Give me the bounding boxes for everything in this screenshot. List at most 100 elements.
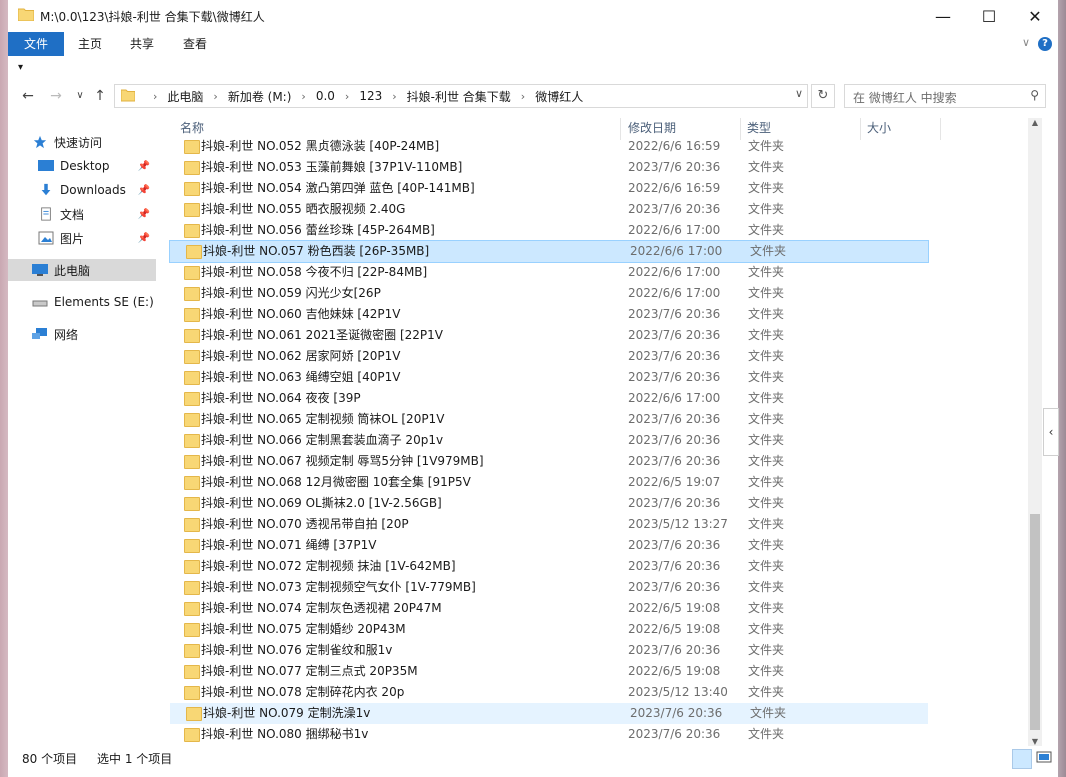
table-row[interactable]: 抖娘-利世 NO.064 夜夜 [39P 2022/6/6 17:00 文件夹 [168, 388, 1038, 409]
table-row[interactable]: 抖娘-利世 NO.053 玉藻前舞娘 [37P1V-110MB] 2023/7/6… [168, 157, 1038, 178]
breadcrumb-item[interactable]: 新加卷 (M:) [228, 88, 292, 105]
refresh-icon[interactable]: ↻ [811, 84, 835, 108]
table-row[interactable]: 抖娘-利世 NO.058 今夜不归 [22P-84MB] 2022/6/6 17:… [168, 262, 1038, 283]
table-row[interactable]: 抖娘-利世 NO.075 定制婚纱 20P43M 2022/6/5 19:08 文件… [168, 619, 1038, 640]
table-row[interactable]: 抖娘-利世 NO.059 闪光少女[26P 2022/6/6 17:00 文件夹 [168, 283, 1038, 304]
file-type: 文件夹 [748, 727, 785, 741]
breadcrumb-separator-icon[interactable]: › [301, 90, 305, 103]
large-icons-view-icon[interactable] [1036, 749, 1052, 765]
file-type: 文件夹 [748, 370, 785, 384]
sidebar-item-desktop[interactable]: Desktop 📌 [38, 155, 150, 177]
search-input[interactable]: 在 微博红人 中搜索 ⚲ [844, 84, 1046, 108]
selection-count: 选中 1 个项目 [97, 752, 173, 766]
minimize-button[interactable]: — [920, 0, 966, 32]
folder-icon [18, 8, 34, 21]
tab-home[interactable]: 主页 [64, 32, 116, 56]
column-header-size[interactable]: 大小 [867, 118, 891, 138]
column-header-name[interactable]: 名称 [180, 118, 204, 138]
table-row[interactable]: 抖娘-利世 NO.076 定制雀纹和服1v 2023/7/6 20:36 文件夹 [168, 640, 1038, 661]
table-row[interactable]: 抖娘-利世 NO.056 蕾丝珍珠 [45P-264MB] 2022/6/6 17… [168, 220, 1038, 241]
folder-icon [184, 602, 200, 616]
breadcrumb-item[interactable]: 抖娘-利世 合集下载 [407, 88, 511, 105]
folder-icon [184, 287, 200, 301]
file-date: 2023/7/6 20:36 [628, 538, 721, 552]
sidebar-item-documents[interactable]: 文档 📌 [38, 203, 150, 225]
address-history-chevron-icon[interactable]: ∨ [795, 87, 803, 100]
file-name: 抖娘-利世 NO.080 捆绑秘书1v [201, 727, 369, 741]
breadcrumb-item[interactable]: 123 [359, 89, 382, 103]
breadcrumb-item[interactable]: 微博红人 [535, 88, 583, 105]
table-row[interactable]: 抖娘-利世 NO.068 12月微密圈 10套全集 [91P5V 2022/6/5… [168, 472, 1038, 493]
file-date: 2022/6/5 19:07 [628, 475, 721, 489]
sidebar-item-this-pc[interactable]: 此电脑 [8, 259, 156, 281]
scroll-down-icon[interactable]: ▼ [1028, 737, 1042, 746]
table-row[interactable]: 抖娘-利世 NO.074 定制灰色透视裙 20P47M 2022/6/5 19:0… [168, 598, 1038, 619]
forward-arrow-icon[interactable]: → [46, 86, 66, 106]
breadcrumb-item[interactable]: 此电脑 [167, 88, 203, 105]
sidebar-item-network[interactable]: 网络 [32, 323, 78, 345]
table-row[interactable]: 抖娘-利世 NO.060 吉他妹妹 [42P1V 2023/7/6 20:36 文件… [168, 304, 1038, 325]
table-row[interactable]: 抖娘-利世 NO.054 激凸第四弹 蓝色 [40P-141MB] 2022/6/… [168, 178, 1038, 199]
table-row[interactable]: 抖娘-利世 NO.063 绳缚空姐 [40P1V 2023/7/6 20:36 文件… [168, 367, 1038, 388]
ribbon-expand-chevron-icon[interactable]: ∨ [1022, 36, 1030, 49]
table-row[interactable]: 抖娘-利世 NO.061 2021圣诞微密圈 [22P1V 2023/7/6 20… [168, 325, 1038, 346]
table-row[interactable]: 抖娘-利世 NO.079 定制洗澡1v 2023/7/6 20:36 文件夹 [170, 703, 928, 724]
table-row[interactable]: 抖娘-利世 NO.073 定制视频空气女仆 [1V-779MB] 2023/7/6… [168, 577, 1038, 598]
table-row[interactable]: 抖娘-利世 NO.067 视频定制 辱骂5分钟 [1V979MB] 2023/7/… [168, 451, 1038, 472]
sidebar-item-label: Elements SE (E:) [54, 295, 154, 309]
address-bar[interactable]: › 此电脑 › 新加卷 (M:) › 0.0 › 123 › 抖娘-利世 合集下… [114, 84, 808, 108]
back-arrow-icon[interactable]: ← [18, 86, 38, 106]
details-view-icon[interactable] [1012, 749, 1032, 769]
sidebar-item-downloads[interactable]: Downloads 📌 [38, 179, 150, 201]
table-row[interactable]: 抖娘-利世 NO.071 绳缚 [37P1V 2023/7/6 20:36 文件夹 [168, 535, 1038, 556]
file-name: 抖娘-利世 NO.078 定制碎花内衣 20p [201, 685, 405, 699]
column-header-date[interactable]: 修改日期 [628, 118, 676, 138]
maximize-button[interactable]: ☐ [966, 0, 1012, 32]
scroll-up-icon[interactable]: ▲ [1028, 118, 1042, 127]
recent-locations-chevron-icon[interactable]: ∨ [70, 86, 90, 106]
breadcrumb-separator-icon[interactable]: › [345, 90, 349, 103]
sidebar-item-drive-e[interactable]: Elements SE (E:) [32, 291, 154, 313]
file-name: 抖娘-利世 NO.062 居家阿娇 [20P1V [201, 349, 401, 363]
collapse-pane-chevron-icon[interactable]: ‹ [1043, 408, 1059, 456]
table-row[interactable]: 抖娘-利世 NO.052 黑贞德泳装 [40P-24MB] 2022/6/6 16… [168, 136, 1038, 157]
up-arrow-icon[interactable]: ↑ [90, 86, 110, 106]
table-row[interactable]: 抖娘-利世 NO.077 定制三点式 20P35M 2022/6/5 19:08 文… [168, 661, 1038, 682]
file-date: 2023/7/6 20:36 [628, 160, 721, 174]
table-row[interactable]: 抖娘-利世 NO.069 OL撕袜2.0 [1V-2.56GB] 2023/7/6… [168, 493, 1038, 514]
table-row[interactable]: 抖娘-利世 NO.078 定制碎花内衣 20p 2023/5/12 13:40 文件… [168, 682, 1038, 703]
table-row[interactable]: 抖娘-利世 NO.065 定制视频 筒袜OL [20P1V 2023/7/6 20… [168, 409, 1038, 430]
table-row[interactable]: 抖娘-利世 NO.055 晒衣服视频 2.40G 2023/7/6 20:36 文件… [168, 199, 1038, 220]
column-header-type[interactable]: 类型 [747, 118, 771, 138]
tab-share[interactable]: 共享 [116, 32, 168, 56]
star-icon [33, 135, 47, 149]
pin-icon: 📌 [137, 208, 150, 220]
folder-icon [184, 161, 200, 175]
table-row[interactable]: 抖娘-利世 NO.080 捆绑秘书1v 2023/7/6 20:36 文件夹 [168, 724, 1038, 745]
table-row[interactable]: 抖娘-利世 NO.062 居家阿娇 [20P1V 2023/7/6 20:36 文件… [168, 346, 1038, 367]
sidebar-item-quick-access[interactable]: 快速访问 [32, 131, 102, 153]
close-button[interactable]: ✕ [1012, 0, 1058, 32]
vertical-scrollbar[interactable]: ▲ ▼ [1028, 118, 1042, 746]
breadcrumb-separator-icon[interactable]: › [521, 90, 525, 103]
folder-icon [184, 371, 200, 385]
breadcrumb-item[interactable]: 0.0 [316, 89, 335, 103]
table-row[interactable]: 抖娘-利世 NO.057 粉色西装 [26P-35MB] 2022/6/6 17:… [169, 240, 929, 263]
file-date: 2023/7/6 20:36 [628, 328, 721, 342]
help-button[interactable]: ? [1038, 37, 1052, 51]
table-row[interactable]: 抖娘-利世 NO.070 透视吊带自拍 [20P 2023/5/12 13:27 文… [168, 514, 1038, 535]
navigation-bar: ← → ∨ ↑ › 此电脑 › 新加卷 (M:) › 0.0 › 123 › 抖… [8, 82, 1058, 110]
folder-icon [184, 140, 200, 154]
sidebar-item-pictures[interactable]: 图片 📌 [38, 227, 150, 249]
quick-access-toolbar-dropdown[interactable]: ▾ [18, 62, 23, 73]
scrollbar-thumb[interactable] [1030, 514, 1040, 730]
folder-icon [186, 245, 202, 259]
file-list: ^ 名称 修改日期 类型 大小 抖娘-利世 NO.052 黑贞德泳装 [40P-… [168, 118, 1038, 746]
breadcrumb-separator-icon[interactable]: › [392, 90, 396, 103]
tab-file[interactable]: 文件 [8, 32, 65, 56]
table-row[interactable]: 抖娘-利世 NO.072 定制视频 抹油 [1V-642MB] 2023/7/6 … [168, 556, 1038, 577]
download-icon [41, 183, 51, 196]
table-row[interactable]: 抖娘-利世 NO.066 定制黑套装血滴子 20p1v 2023/7/6 20:3… [168, 430, 1038, 451]
breadcrumb-separator-icon[interactable]: › [213, 90, 217, 103]
tab-view[interactable]: 查看 [169, 32, 221, 56]
